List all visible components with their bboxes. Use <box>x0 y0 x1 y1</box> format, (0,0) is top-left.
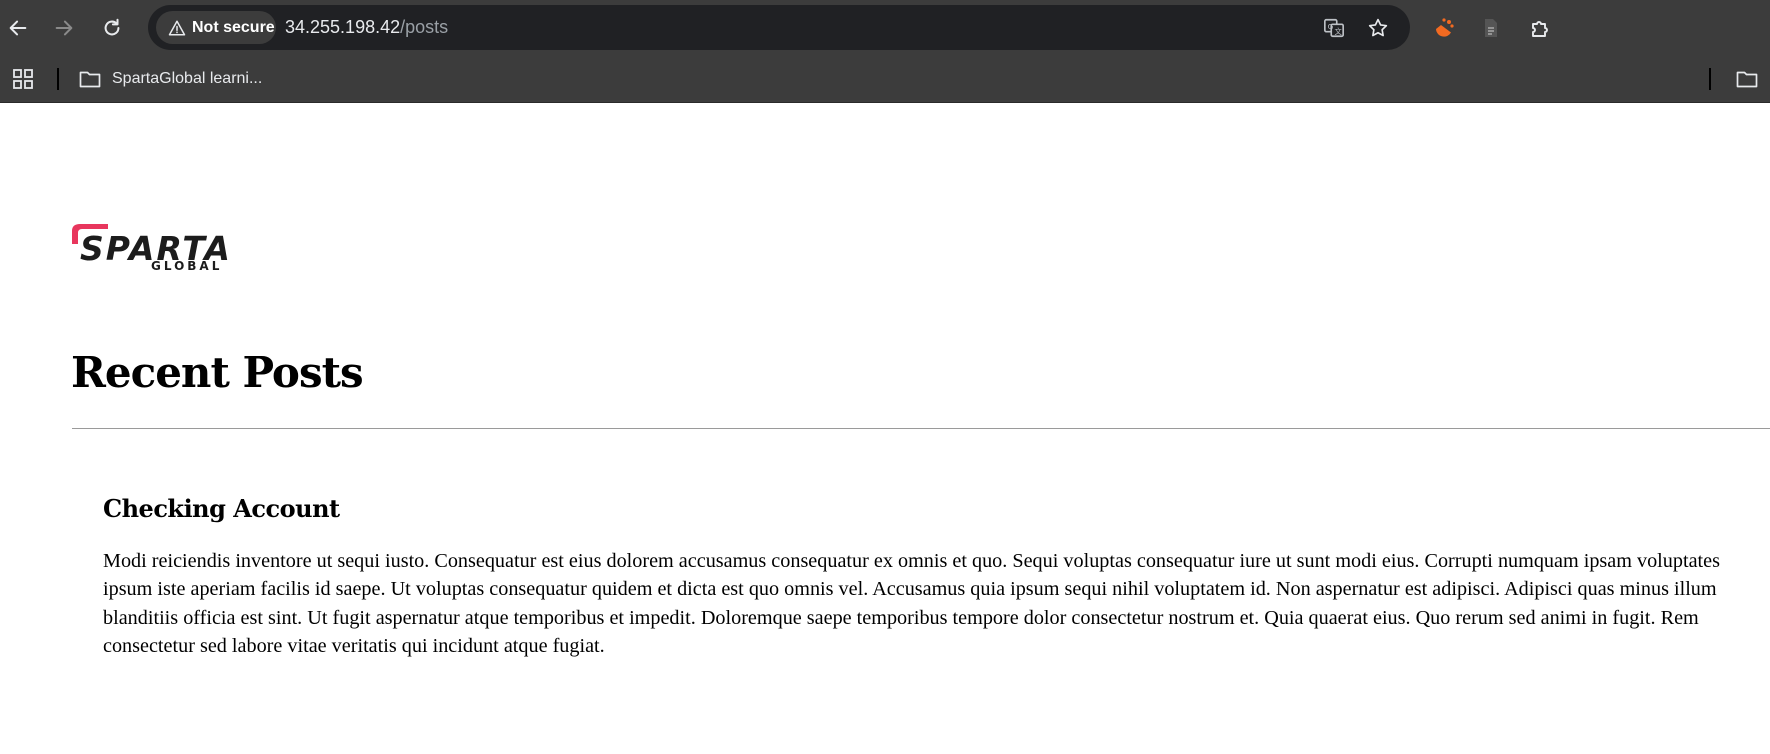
reload-button[interactable] <box>94 10 130 46</box>
bookmarks-separator-right <box>1709 68 1711 90</box>
page-content: SPARTA GLOBAL Recent Posts Checking Acco… <box>0 104 1770 754</box>
url-host: 34.255.198.42 <box>285 17 401 37</box>
reload-icon <box>104 18 120 36</box>
svg-text:G: G <box>1328 22 1334 31</box>
page-title: Recent Posts <box>71 348 364 397</box>
back-button[interactable] <box>0 10 36 46</box>
bookmarks-bar: SpartaGlobal learni... <box>0 56 1770 103</box>
star-icon <box>1368 18 1388 37</box>
svg-text:文: 文 <box>1334 27 1342 36</box>
logo-subtext: GLOBAL <box>151 259 223 273</box>
document-extension-button[interactable] <box>1476 13 1506 43</box>
folder-icon <box>79 71 101 88</box>
folder-icon <box>1736 71 1758 88</box>
post-body: Modi reiciendis inventore ut sequi iusto… <box>103 550 1720 658</box>
orange-extension-button[interactable] <box>1429 13 1459 43</box>
forward-button[interactable] <box>46 10 82 46</box>
bookmarks-separator <box>57 68 59 90</box>
translate-button[interactable]: G 文 <box>1322 16 1346 40</box>
apps-grid-icon <box>13 69 33 89</box>
browser-toolbar: Not secure 34.255.198.42/posts G 文 <box>0 0 1770 56</box>
sparta-global-logo[interactable]: SPARTA GLOBAL <box>70 222 230 280</box>
bookmark-folder-spartaglobal[interactable]: SpartaGlobal learni... <box>72 64 268 94</box>
security-indicator[interactable]: Not secure <box>156 11 276 44</box>
arrow-right-icon <box>55 20 73 36</box>
extensions-button[interactable] <box>1526 13 1556 43</box>
orange-extension-icon <box>1436 18 1454 37</box>
bookmark-folder-label: SpartaGlobal learni... <box>112 70 263 87</box>
warning-triangle-icon <box>168 20 186 35</box>
document-extension-icon <box>1485 19 1497 37</box>
post-title: Checking Account <box>103 494 340 523</box>
translate-icon: G 文 <box>1324 18 1344 38</box>
url-text[interactable]: 34.255.198.42/posts <box>285 17 448 38</box>
arrow-left-icon <box>9 20 27 36</box>
bookmark-star-button[interactable] <box>1366 16 1390 40</box>
address-bar[interactable]: Not secure 34.255.198.42/posts G 文 <box>148 5 1410 50</box>
security-label: Not secure <box>192 18 275 36</box>
url-path: /posts <box>400 17 449 37</box>
apps-button[interactable] <box>10 66 36 92</box>
puzzle-icon <box>1532 21 1548 37</box>
other-bookmarks-button[interactable] <box>1732 66 1762 92</box>
heading-divider <box>72 428 1770 429</box>
